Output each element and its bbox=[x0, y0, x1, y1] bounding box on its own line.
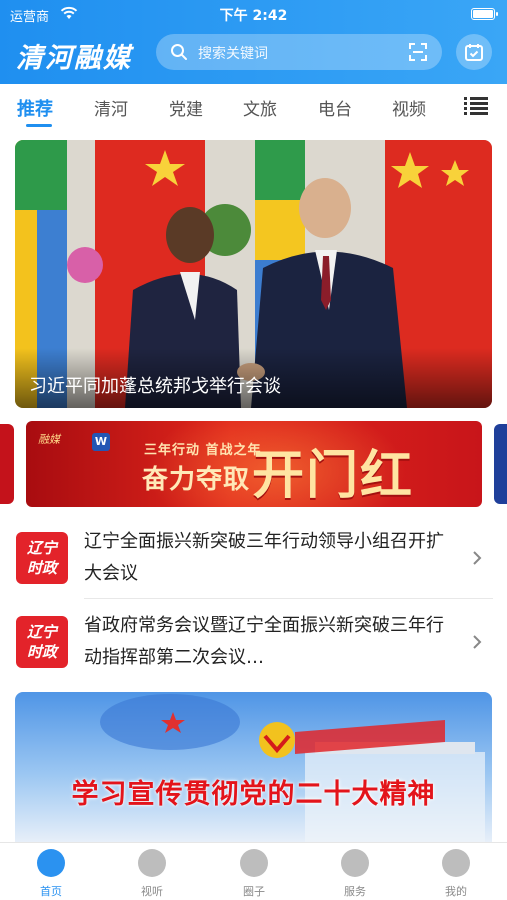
channel-menu-icon[interactable] bbox=[464, 96, 488, 116]
active-tab-indicator bbox=[26, 124, 52, 127]
banner-logo-icon: W bbox=[92, 433, 110, 451]
chevron-right-icon bbox=[473, 635, 482, 649]
search-icon bbox=[171, 44, 187, 60]
tab-recommend[interactable]: 推荐 bbox=[17, 95, 53, 121]
promo-slogan: 学习宣传贯彻党的二十大精神 bbox=[71, 779, 436, 810]
news-title: 省政府常务会议暨辽宁全面振兴新突破三年行动指挥部第二次会议… bbox=[84, 615, 444, 668]
tab-culture[interactable]: 文旅 bbox=[243, 95, 277, 120]
circle-icon bbox=[240, 849, 268, 877]
calendar-icon bbox=[465, 44, 483, 61]
scan-icon[interactable] bbox=[408, 42, 428, 62]
news-thumbnail: 辽宁 时政 bbox=[16, 532, 68, 584]
list-item[interactable]: 辽宁 时政 辽宁全面振兴新突破三年行动领导小组召开扩大会议 bbox=[0, 518, 507, 598]
tab-home-label: 首页 bbox=[40, 885, 62, 898]
tab-service-label: 服务 bbox=[344, 885, 366, 898]
status-time: 下午 2:42 bbox=[219, 8, 288, 24]
app-logo: 清河融媒 bbox=[16, 43, 132, 74]
battery-icon bbox=[471, 8, 498, 20]
tab-profile-label: 我的 bbox=[445, 885, 467, 898]
banner-subtitle: 三年行动 首战之年 bbox=[144, 443, 262, 458]
tab-party[interactable]: 党建 bbox=[169, 95, 203, 120]
news-title: 辽宁全面振兴新突破三年行动领导小组召开扩大会议 bbox=[84, 531, 444, 584]
list-item[interactable]: 辽宁 时政 省政府常务会议暨辽宁全面振兴新突破三年行动指挥部第二次会议… bbox=[0, 602, 507, 682]
banner-right-text: 开门红 bbox=[252, 446, 415, 506]
tab-media-label: 视听 bbox=[141, 885, 163, 898]
calendar-button[interactable] bbox=[456, 34, 492, 70]
promo-artwork bbox=[100, 694, 485, 842]
news-thumbnail: 辽宁 时政 bbox=[16, 616, 68, 668]
bottom-tab-bar: 首页 视听 圈子 服务 我的 bbox=[0, 842, 507, 900]
tab-media[interactable]: 视听 bbox=[122, 849, 182, 899]
tab-profile[interactable]: 我的 bbox=[426, 849, 486, 899]
service-icon bbox=[341, 849, 369, 877]
thumb-line1: 辽宁 bbox=[26, 539, 57, 557]
tab-home[interactable]: 首页 bbox=[21, 849, 81, 899]
banner-prev-peek[interactable] bbox=[0, 424, 14, 504]
search-bar[interactable]: 搜索关键词 bbox=[156, 34, 442, 70]
tab-circle-label: 圈子 bbox=[243, 885, 265, 898]
promo-banner[interactable]: 融媒 W 三年行动 首战之年 奋力夺取 开门红 bbox=[26, 421, 482, 507]
search-placeholder: 搜索关键词 bbox=[198, 46, 268, 62]
tab-radio[interactable]: 电台 bbox=[318, 95, 352, 120]
tab-circle[interactable]: 圈子 bbox=[224, 849, 284, 899]
hero-news-card[interactable]: 习近平同加蓬总统邦戈举行会谈 bbox=[15, 140, 492, 408]
app-screen: 运营商 下午 2:42 清河融媒 搜索关键词 推荐 清河 党建 文旅 电台 视频… bbox=[0, 0, 507, 900]
thumb-line1: 辽宁 bbox=[26, 623, 57, 641]
thumb-line2: 时政 bbox=[26, 643, 57, 661]
banner-badge: 融媒 bbox=[38, 433, 60, 446]
profile-icon bbox=[442, 849, 470, 877]
tab-service[interactable]: 服务 bbox=[325, 849, 385, 899]
thumb-line2: 时政 bbox=[26, 559, 57, 577]
status-bar: 运营商 下午 2:42 bbox=[0, 0, 507, 28]
hero-caption: 习近平同加蓬总统邦戈举行会谈 bbox=[29, 376, 281, 397]
tab-video[interactable]: 视频 bbox=[392, 95, 426, 120]
banner-next-peek[interactable] bbox=[494, 424, 507, 504]
banner-left-text: 奋力夺取 bbox=[142, 465, 251, 495]
chevron-right-icon bbox=[473, 551, 482, 565]
list-divider bbox=[84, 598, 493, 599]
home-icon bbox=[37, 849, 65, 877]
app-header: 运营商 下午 2:42 清河融媒 搜索关键词 bbox=[0, 0, 507, 84]
play-icon bbox=[138, 849, 166, 877]
tab-qinghe[interactable]: 清河 bbox=[94, 95, 128, 120]
channel-tabs: 推荐 清河 党建 文旅 电台 视频 bbox=[0, 84, 507, 130]
party-promo-banner[interactable]: 学习宣传贯彻党的二十大精神 bbox=[15, 692, 492, 842]
